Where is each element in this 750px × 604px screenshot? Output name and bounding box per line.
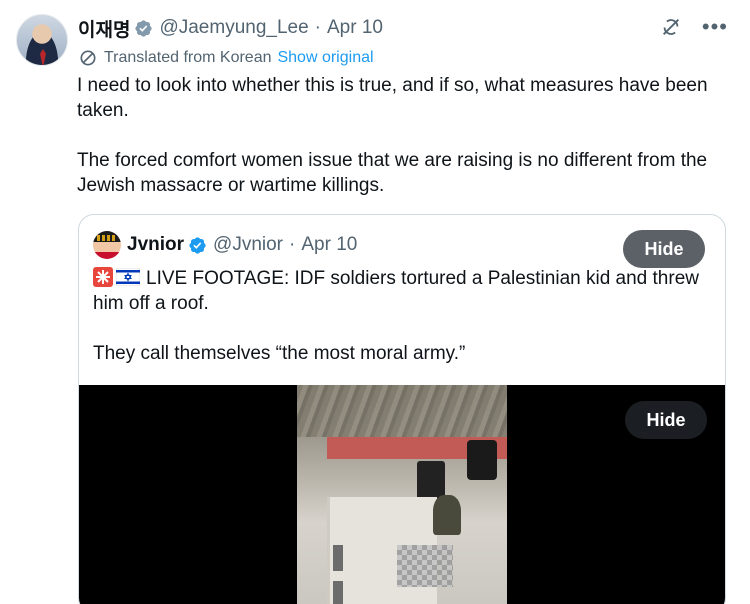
video-scene-window (333, 545, 343, 571)
translation-notice: Translated from Korean Show original (78, 48, 374, 68)
verified-badge-icon[interactable] (188, 236, 207, 255)
media-hide-button[interactable]: Hide (625, 401, 707, 439)
separator-dot: · (289, 234, 296, 255)
grok-icon[interactable] (660, 16, 682, 38)
quote-body: LIVE FOOTAGE: IDF soldiers tortured a Pa… (93, 266, 713, 391)
quote-header: Jvnior @Jvnior · Apr 10 (93, 231, 357, 259)
video-thumbnail[interactable] (297, 385, 507, 604)
quote-text: LIVE FOOTAGE: IDF soldiers tortured a Pa… (93, 268, 699, 314)
israel-flag-emoji (115, 267, 141, 287)
quote-author-handle[interactable]: @Jvnior (213, 234, 283, 256)
author-display-name[interactable]: 이재명 (78, 15, 130, 42)
tweet-header: 이재명 @Jaemyung_Lee · Apr 10 (78, 15, 383, 42)
quote-date[interactable]: Apr 10 (301, 234, 357, 256)
video-scene-rubble (297, 385, 507, 437)
translation-label: Translated from Korean (104, 49, 272, 66)
quote-author-avatar[interactable] (93, 231, 121, 259)
video-pixelated-area (397, 545, 453, 587)
video-scene-tank (467, 440, 497, 480)
show-original-link[interactable]: Show original (277, 49, 373, 67)
separator-dot: · (314, 17, 321, 38)
video-scene-window (333, 581, 343, 604)
quote-media[interactable]: Hide (79, 385, 725, 604)
quote-author-display-name[interactable]: Jvnior (127, 234, 184, 256)
quoted-tweet[interactable]: Jvnior @Jvnior · Apr 10 Hide LIVE FOOTAG… (78, 214, 726, 604)
tweet-body: I need to look into whether this is true… (77, 73, 737, 223)
quote-paragraph: They call themselves “the most moral arm… (93, 343, 466, 364)
author-avatar[interactable] (16, 14, 68, 66)
tweet-date[interactable]: Apr 10 (327, 17, 383, 39)
more-dots-icon[interactable]: ••• (702, 16, 728, 38)
verified-badge-icon[interactable] (134, 19, 153, 38)
siren-emoji (93, 267, 113, 287)
hide-button[interactable]: Hide (623, 230, 705, 268)
author-handle[interactable]: @Jaemyung_Lee (159, 17, 308, 39)
globe-icon (80, 50, 96, 66)
quote-paragraph: LIVE FOOTAGE: IDF soldiers tortured a Pa… (93, 266, 713, 316)
tweet-actions-top: ••• (660, 16, 728, 38)
tweet-paragraph: The forced comfort women issue that we a… (77, 150, 708, 196)
tweet-paragraph: I need to look into whether this is true… (77, 75, 708, 121)
video-scene-figure (433, 495, 461, 535)
